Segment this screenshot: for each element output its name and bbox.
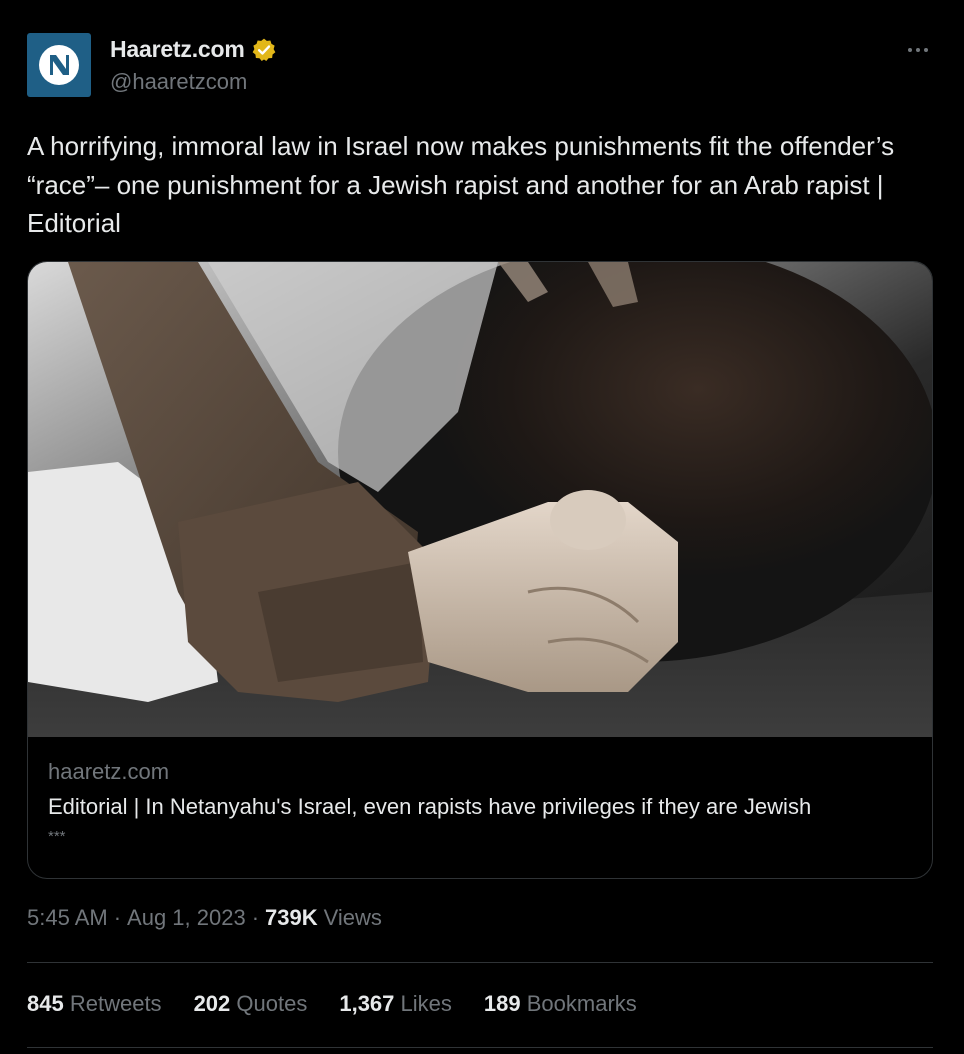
retweets-stat[interactable]: 845 Retweets [27,991,162,1017]
bookmarks-count: 189 [483,991,521,1016]
card-description: *** [48,828,66,845]
more-options-button[interactable] [902,36,934,64]
meta-separator: · [113,905,122,930]
quotes-stat[interactable]: 202 Quotes [194,991,308,1017]
tweet-meta: 5:45 AM · Aug 1, 2023 · 739K Views [27,905,382,931]
tweet-time[interactable]: 5:45 AM [27,905,108,931]
more-horizontal-icon [908,48,912,52]
verified-badge-icon [252,38,275,61]
divider [27,1047,933,1048]
author-handle[interactable]: @haaretzcom [110,69,247,95]
haaretz-logo-icon [39,45,79,85]
more-dot [916,48,920,52]
card-photo [28,262,932,737]
author-name-row[interactable]: Haaretz.com [110,36,277,63]
engagement-stats: 845 Retweets 202 Quotes 1,367 Likes 189 … [27,991,637,1017]
tweet: Haaretz.com @haaretzcom A horrifying, im… [0,0,964,1054]
avatar[interactable] [27,33,91,97]
author-display-name[interactable]: Haaretz.com [110,36,245,63]
meta-separator: · [251,905,260,930]
tweet-text: A horrifying, immoral law in Israel now … [27,131,895,238]
likes-count: 1,367 [339,991,395,1016]
card-domain: haaretz.com [48,759,170,784]
tweet-date[interactable]: Aug 1, 2023 [127,905,246,931]
likes-label: Likes [400,991,452,1016]
divider [27,962,933,963]
retweets-count: 845 [27,991,64,1016]
views-count: 739K [265,905,318,930]
views-label: Views [323,905,382,930]
quotes-count: 202 [193,991,231,1016]
quotes-label: Quotes [236,991,308,1016]
bookmarks-label: Bookmarks [526,991,637,1016]
link-card[interactable]: haaretz.com Editorial | In Netanyahu's I… [27,261,933,879]
card-image[interactable] [28,262,932,737]
likes-stat[interactable]: 1,367 Likes [339,991,452,1017]
card-title[interactable]: Editorial | In Netanyahu's Israel, even … [48,794,811,820]
more-dot [924,48,928,52]
retweets-label: Retweets [69,991,162,1016]
bookmarks-stat[interactable]: 189 Bookmarks [484,991,637,1017]
